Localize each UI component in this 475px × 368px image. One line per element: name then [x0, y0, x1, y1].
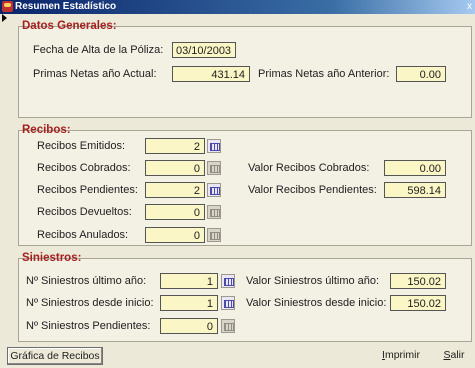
valor-siniestros-ultimo-anio-label: Valor Siniestros último año:	[246, 275, 380, 287]
close-button[interactable]: x	[467, 0, 472, 13]
recibos-title: Recibos:	[22, 124, 71, 136]
recibos-devueltos-grid-icon[interactable]	[207, 205, 221, 219]
siniestros-pendientes-label: Nº Siniestros Pendientes:	[26, 320, 151, 332]
primas-anterior-label: Primas Netas año Anterior:	[258, 68, 390, 80]
recibos-anulados-grid-icon[interactable]	[207, 228, 221, 242]
imprimir-label: mprimir	[384, 349, 420, 361]
siniestros-pendientes-field[interactable]: 0	[160, 318, 218, 334]
siniestros-desde-inicio-field[interactable]: 1	[160, 295, 218, 311]
datos-generales-title: Datos Generales:	[22, 20, 117, 32]
valor-siniestros-desde-inicio-label: Valor Siniestros desde inicio:	[246, 297, 387, 309]
record-pointer-icon	[2, 14, 7, 22]
recibos-emitidos-field[interactable]: 2	[145, 138, 205, 154]
primas-actual-field[interactable]: 431.14	[172, 66, 250, 82]
title-bar: Resumen Estadístico x	[0, 0, 475, 14]
valor-pendientes-field[interactable]: 598.14	[384, 182, 446, 198]
recibos-devueltos-field[interactable]: 0	[145, 204, 205, 220]
salir-accesskey: S	[443, 349, 451, 361]
siniestros-pendientes-grid-icon[interactable]	[221, 319, 235, 333]
recibos-cobrados-grid-icon[interactable]	[207, 161, 221, 175]
imprimir-button[interactable]: Imprimir	[372, 347, 430, 365]
recibos-anulados-label: Recibos Anulados:	[37, 229, 129, 241]
valor-pendientes-label: Valor Recibos Pendientes:	[248, 184, 377, 196]
primas-actual-label: Primas Netas año Actual:	[33, 68, 157, 80]
recibos-pendientes-field[interactable]: 2	[145, 182, 205, 198]
window-title: Resumen Estadístico	[15, 1, 117, 12]
recibos-cobrados-label: Recibos Cobrados:	[37, 162, 131, 174]
siniestros-ultimo-anio-field[interactable]: 1	[160, 273, 218, 289]
recibos-pendientes-grid-icon[interactable]	[207, 183, 221, 197]
valor-cobrados-field[interactable]: 0.00	[384, 160, 446, 176]
valor-cobrados-label: Valor Recibos Cobrados:	[248, 162, 370, 174]
salir-label: alir	[450, 349, 465, 361]
siniestros-desde-inicio-grid-icon[interactable]	[221, 296, 235, 310]
siniestros-desde-inicio-label: Nº Siniestros desde inicio:	[26, 297, 154, 309]
siniestros-ultimo-anio-label: Nº Siniestros último año:	[26, 275, 147, 287]
fecha-alta-field[interactable]: 03/10/2003	[172, 42, 236, 58]
siniestros-title: Siniestros:	[22, 252, 82, 264]
primas-anterior-field[interactable]: 0.00	[396, 66, 446, 82]
recibos-anulados-field[interactable]: 0	[145, 227, 205, 243]
salir-button[interactable]: Salir	[436, 347, 472, 365]
fecha-alta-label: Fecha de Alta de la Póliza:	[33, 44, 164, 56]
valor-siniestros-desde-inicio-field[interactable]: 150.02	[390, 295, 446, 311]
recibos-cobrados-field[interactable]: 0	[145, 160, 205, 176]
recibos-pendientes-label: Recibos Pendientes:	[37, 184, 138, 196]
app-icon	[2, 1, 13, 12]
siniestros-ultimo-anio-grid-icon[interactable]	[221, 274, 235, 288]
recibos-emitidos-grid-icon[interactable]	[207, 139, 221, 153]
grafica-recibos-button[interactable]: Gráfica de Recibos	[7, 347, 103, 365]
valor-siniestros-ultimo-anio-field[interactable]: 150.02	[390, 273, 446, 289]
recibos-devueltos-label: Recibos Devueltos:	[37, 206, 132, 218]
recibos-emitidos-label: Recibos Emitidos:	[37, 140, 126, 152]
